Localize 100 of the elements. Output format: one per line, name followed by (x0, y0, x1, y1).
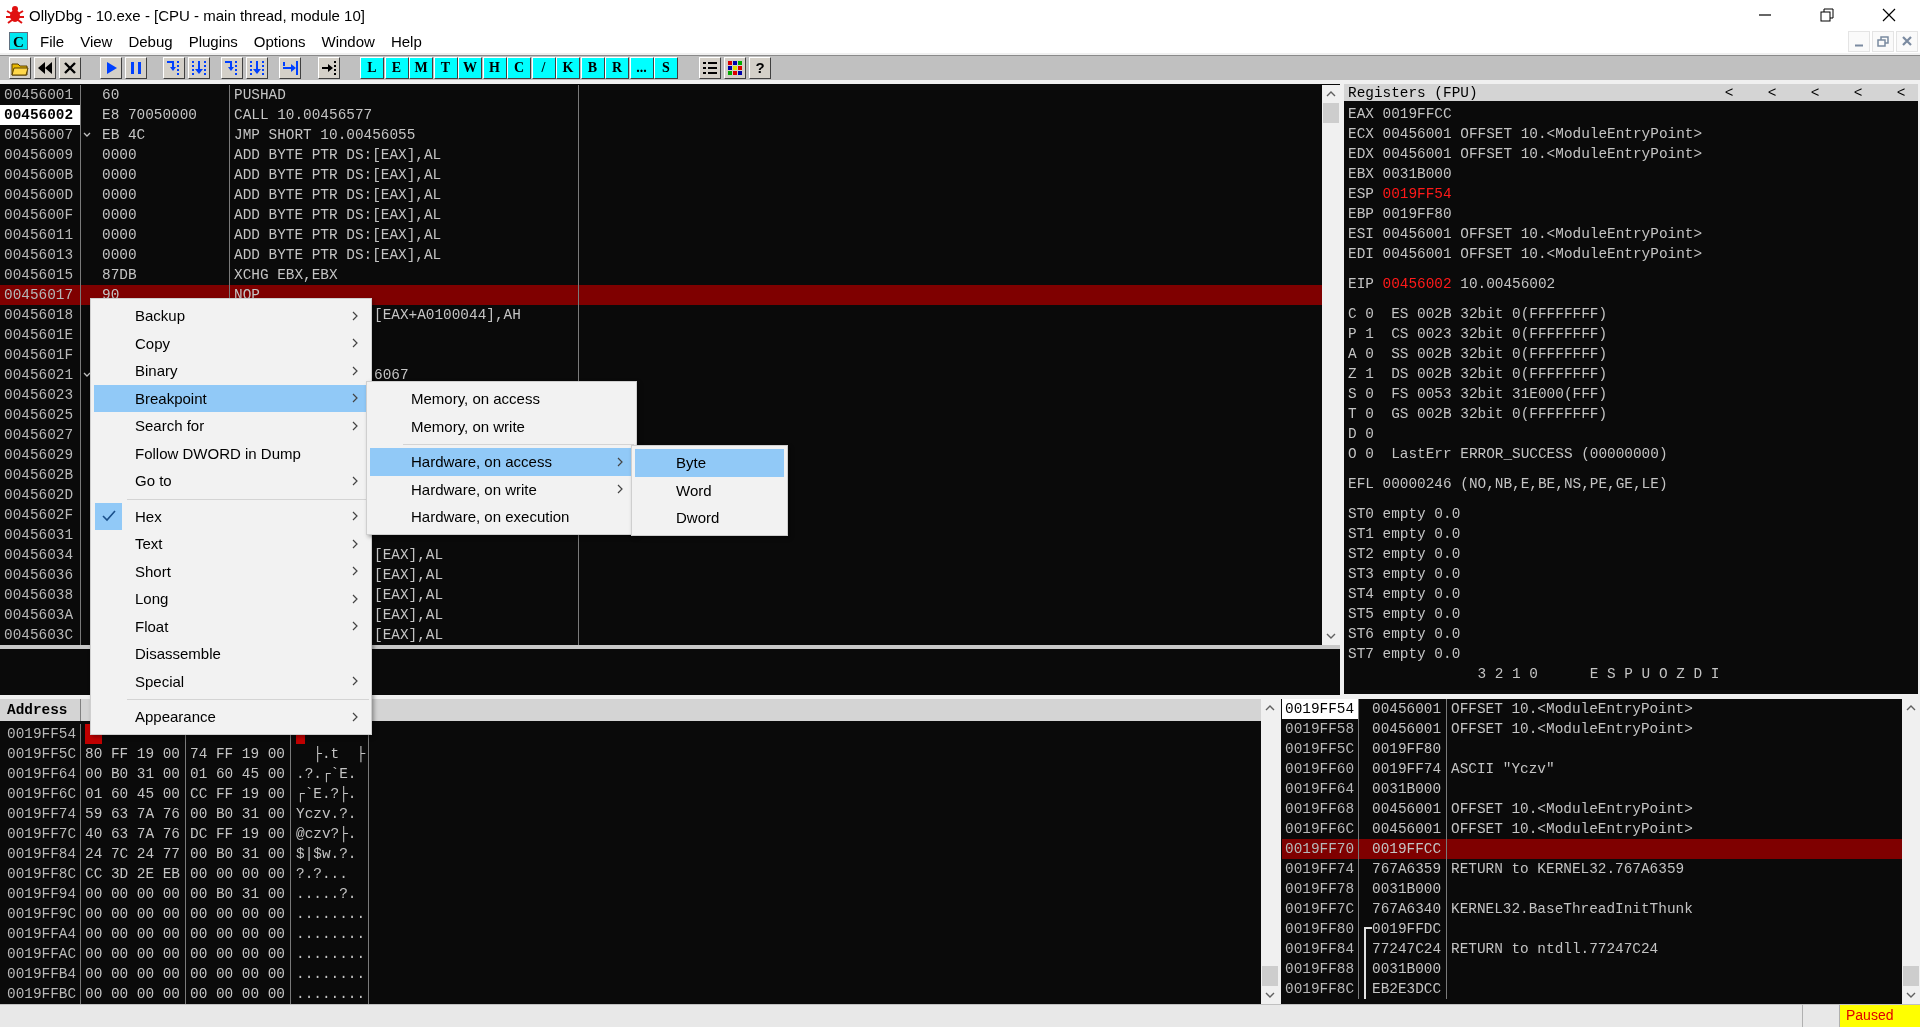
register-value: 0019FFCC (1382, 105, 1452, 125)
register-comment: 0.0 (1434, 545, 1461, 565)
ascii-cell: ........ (291, 904, 369, 925)
ascii-cell: Yczv.?. (291, 804, 369, 825)
register-comment: OFFSET 10.<ModuleEntryPoint> (1460, 125, 1703, 145)
hex-cell: 24 7C 24 77 (81, 844, 186, 865)
flag-value: 0 (1365, 305, 1374, 325)
register-comment: OFFSET 10.<ModuleEntryPoint> (1460, 225, 1703, 245)
register-comment: OFFSET 10.<ModuleEntryPoint> (1460, 145, 1703, 165)
register-value: 0019FF54 (1382, 185, 1452, 205)
hex-cell: 00 00 00 00 (186, 904, 291, 925)
value-cell: EB2E3DCC (1359, 979, 1447, 1000)
register-value: 00456001 (1382, 125, 1452, 145)
register-name: ST3 (1348, 565, 1374, 585)
comment-cell-text: OFFSET 10.<ModuleEntryPoint> (1450, 800, 1694, 820)
ascii-cell: ........ (291, 924, 369, 945)
register-name: ESI (1348, 225, 1374, 245)
hex-cell: 01 60 45 00 (81, 784, 186, 805)
register-name: EBX (1348, 165, 1374, 185)
flag-value: 1 (1365, 325, 1374, 345)
flag-value: 1 (1365, 365, 1374, 385)
register-name: ST5 (1348, 605, 1374, 625)
register-value: empty (1382, 605, 1426, 625)
register-name: EIP (1348, 275, 1374, 295)
register-value: 00000246 (1382, 475, 1452, 495)
pane-title: Registers (FPU) (1348, 84, 1478, 101)
address-cell: 0019FFA4 (0, 924, 81, 945)
window-title: OllyDbg - 10.exe - [CPU - main thread, module 10] (29, 6, 365, 24)
hex-cell: 74 FF 19 00 (186, 744, 291, 765)
address-cell: 0019FF9C (0, 904, 81, 925)
flag-legend: 3 2 1 0 E S P U O Z D I (1348, 664, 1720, 685)
hex-cell: 00 00 00 00 (186, 964, 291, 985)
address-cell: 0019FF84 (0, 844, 81, 865)
register-comment: LastErr ERROR_SUCCESS (00000000) (1391, 445, 1668, 465)
flag-value: 0 (1365, 345, 1374, 365)
address-cell: 0019FF8C (0, 864, 81, 885)
register-name: ST4 (1348, 585, 1374, 605)
register-value: 00456001 (1382, 245, 1452, 265)
hex-cell: CC 3D 2E EB (81, 864, 186, 885)
register-name: ST6 (1348, 625, 1374, 645)
register-comment: GS 002B 32bit 0(FFFFFFFF) (1391, 405, 1608, 425)
register-name: ESP (1348, 185, 1374, 205)
register-value: 0031B000 (1382, 165, 1452, 185)
register-value: empty (1382, 565, 1426, 585)
register-name: ST7 (1348, 645, 1374, 665)
address-cell: 0019FF54 (1282, 699, 1359, 720)
register-comment: ES 002B 32bit 0(FFFFFFFF) (1391, 305, 1608, 325)
hex-cell: 40 63 7A 76 (81, 824, 186, 845)
register-name: EDI (1348, 245, 1374, 265)
register-comment: OFFSET 10.<ModuleEntryPoint> (1460, 245, 1703, 265)
address-cell: 0019FF7C (0, 824, 81, 845)
comment-cell-text: RETURN to ntdll.77247C24 (1450, 940, 1660, 960)
address-cell: 0019FF54 (0, 724, 81, 745)
flag-name: O (1348, 445, 1357, 465)
register-value: empty (1382, 585, 1426, 605)
flag-name: S (1348, 385, 1357, 405)
hex-cell: 00 00 00 00 (81, 904, 186, 925)
hex-cell: 00 B0 31 00 (186, 884, 291, 905)
status-badge: Paused (1840, 1005, 1920, 1027)
register-name: EDX (1348, 145, 1374, 165)
register-comment: 10.00456002 (1460, 275, 1556, 295)
hex-cell: 80 FF 19 00 (81, 744, 186, 765)
ascii-cell: ┌`E.?├. (291, 784, 369, 805)
flag-value: 0 (1365, 445, 1374, 465)
hex-cell: 00 B0 31 00 (186, 804, 291, 825)
hex-cell: 00 00 00 00 (81, 964, 186, 985)
address-cell: 0019FFB4 (0, 964, 81, 985)
register-comment: 0.0 (1434, 585, 1461, 605)
hex-cell: 00 00 00 00 (186, 924, 291, 945)
comment-cell-text: RETURN to KERNEL32.767A6359 (1450, 860, 1686, 880)
address-cell: 0019FF5C (0, 744, 81, 765)
register-value: empty (1382, 645, 1426, 665)
address-cell: 0019FF64 (0, 764, 81, 785)
flag-value: 0 (1365, 425, 1374, 445)
register-comment: DS 002B 32bit 0(FFFFFFFF) (1391, 365, 1608, 385)
ascii-cell: ........ (291, 944, 369, 965)
comment-cell-text: OFFSET 10.<ModuleEntryPoint> (1450, 820, 1694, 840)
flag-name: T (1348, 405, 1357, 425)
register-comment: CS 0023 32bit 0(FFFFFFFF) (1391, 325, 1608, 345)
ascii-cell: ├.t ├ (291, 744, 369, 765)
register-comment: 0.0 (1434, 505, 1461, 525)
hex-cell: 00 B0 31 00 (81, 764, 186, 785)
register-name: EFL (1348, 475, 1374, 495)
hex-cell: 00 00 00 00 (186, 944, 291, 965)
flag-value: 0 (1365, 385, 1374, 405)
register-name: ECX (1348, 125, 1374, 145)
comment-cell-text: OFFSET 10.<ModuleEntryPoint> (1450, 700, 1694, 720)
address-cell: 0019FF94 (0, 884, 81, 905)
ascii-cell: ........ (291, 964, 369, 985)
ascii-cell: ?.?... (291, 864, 369, 885)
flag-name: C (1348, 305, 1357, 325)
hex-cell: 00 00 00 00 (81, 944, 186, 965)
hex-cell: DC FF 19 00 (186, 824, 291, 845)
address-cell: 00456002 (0, 105, 81, 126)
address-cell: 0019FF6C (0, 784, 81, 805)
register-comment: 0.0 (1434, 645, 1461, 665)
register-value: 00456001 (1382, 145, 1452, 165)
comment-cell-text: ASCII "Yczv" (1450, 760, 1556, 780)
ascii-cell: $|$w.?. (291, 844, 369, 865)
address-cell: 0019FF8C (1282, 979, 1359, 1000)
